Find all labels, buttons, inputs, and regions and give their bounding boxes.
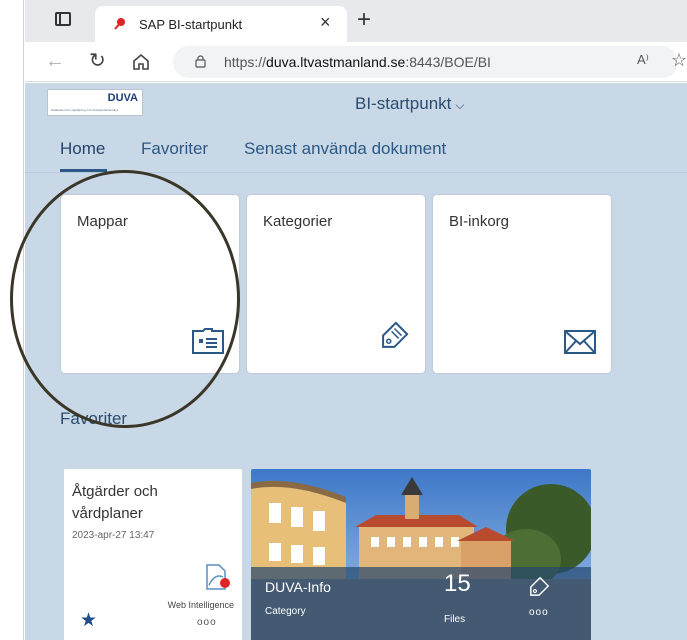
active-tab-indicator [60, 169, 107, 172]
favorite-category-card[interactable]: DUVA-Info Category 15 Files ooo [251, 469, 591, 640]
close-tab-icon[interactable]: × [320, 12, 331, 33]
sap-favicon-icon [114, 18, 125, 30]
browser-tab[interactable]: SAP BI-startpunkt × [95, 6, 347, 42]
url-field[interactable]: https://duva.ltvastmanland.se:8443/BOE/B… [173, 46, 678, 78]
nav-tabs: Home Favoriter Senast använda dokument [25, 133, 687, 173]
more-options-icon[interactable]: ooo [197, 617, 217, 628]
tab-home[interactable]: Home [60, 139, 105, 159]
more-options-icon[interactable]: ooo [529, 607, 549, 618]
category-name: DUVA-Info [265, 579, 331, 595]
lock-icon[interactable] [195, 55, 206, 68]
tile-label: Kategorier [263, 213, 333, 230]
logo-subtitle: Databasen för Uppföljning och Verksamhet… [51, 108, 119, 112]
document-type: Web Intelligence [167, 600, 234, 610]
app-title-menu[interactable]: BI-startpunkt ⌵ [355, 94, 464, 114]
tile-bi-inkorg[interactable]: BI-inkorg [433, 195, 611, 373]
new-tab-button[interactable]: + [357, 8, 371, 32]
tag-icon [530, 576, 550, 596]
annotation-circle [10, 170, 240, 428]
tag-icon [382, 321, 409, 348]
chevron-down-icon: ⌵ [455, 98, 465, 112]
tile-kategorier[interactable]: Kategorier [247, 195, 425, 373]
tab-actions-icon[interactable] [55, 12, 71, 26]
web-intelligence-icon [206, 564, 230, 590]
file-count: 15 [444, 570, 471, 597]
logo-title: DUVA [107, 92, 138, 104]
document-date: 2023-apr-27 13:47 [72, 530, 155, 541]
add-favorite-icon[interactable]: ☆ [671, 50, 687, 71]
refresh-icon[interactable]: ↻ [89, 50, 106, 72]
document-title: Åtgärder och vårdplaner [72, 483, 158, 522]
favorite-document-card[interactable]: Åtgärder och vårdplaner 2023-apr-27 13:4… [64, 469, 242, 640]
tab-title: SAP BI-startpunkt [139, 17, 243, 32]
app-title: BI-startpunkt [355, 94, 452, 113]
read-aloud-icon[interactable]: A⁾ [637, 52, 649, 68]
favorite-star-icon[interactable]: ★ [80, 609, 97, 632]
tile-label: BI-inkorg [449, 213, 510, 230]
tab-favoriter[interactable]: Favoriter [141, 139, 208, 159]
back-icon[interactable]: ← [45, 50, 65, 72]
envelope-icon [564, 330, 596, 354]
category-type: Category [265, 606, 306, 617]
file-count-label: Files [444, 614, 466, 625]
tab-recent-documents[interactable]: Senast använda dokument [244, 139, 446, 159]
url-text: https://duva.ltvastmanland.se:8443/BOE/B… [224, 54, 491, 70]
home-icon[interactable] [131, 52, 151, 72]
duva-logo[interactable]: DUVA Databasen för Uppföljning och Verks… [47, 89, 143, 116]
shell-header: DUVA Databasen för Uppföljning och Verks… [25, 83, 687, 123]
browser-address-bar: ← ↻ https://duva.ltvastmanland.se:8443/B… [25, 42, 687, 82]
browser-tab-bar: SAP BI-startpunkt × + [25, 0, 687, 42]
